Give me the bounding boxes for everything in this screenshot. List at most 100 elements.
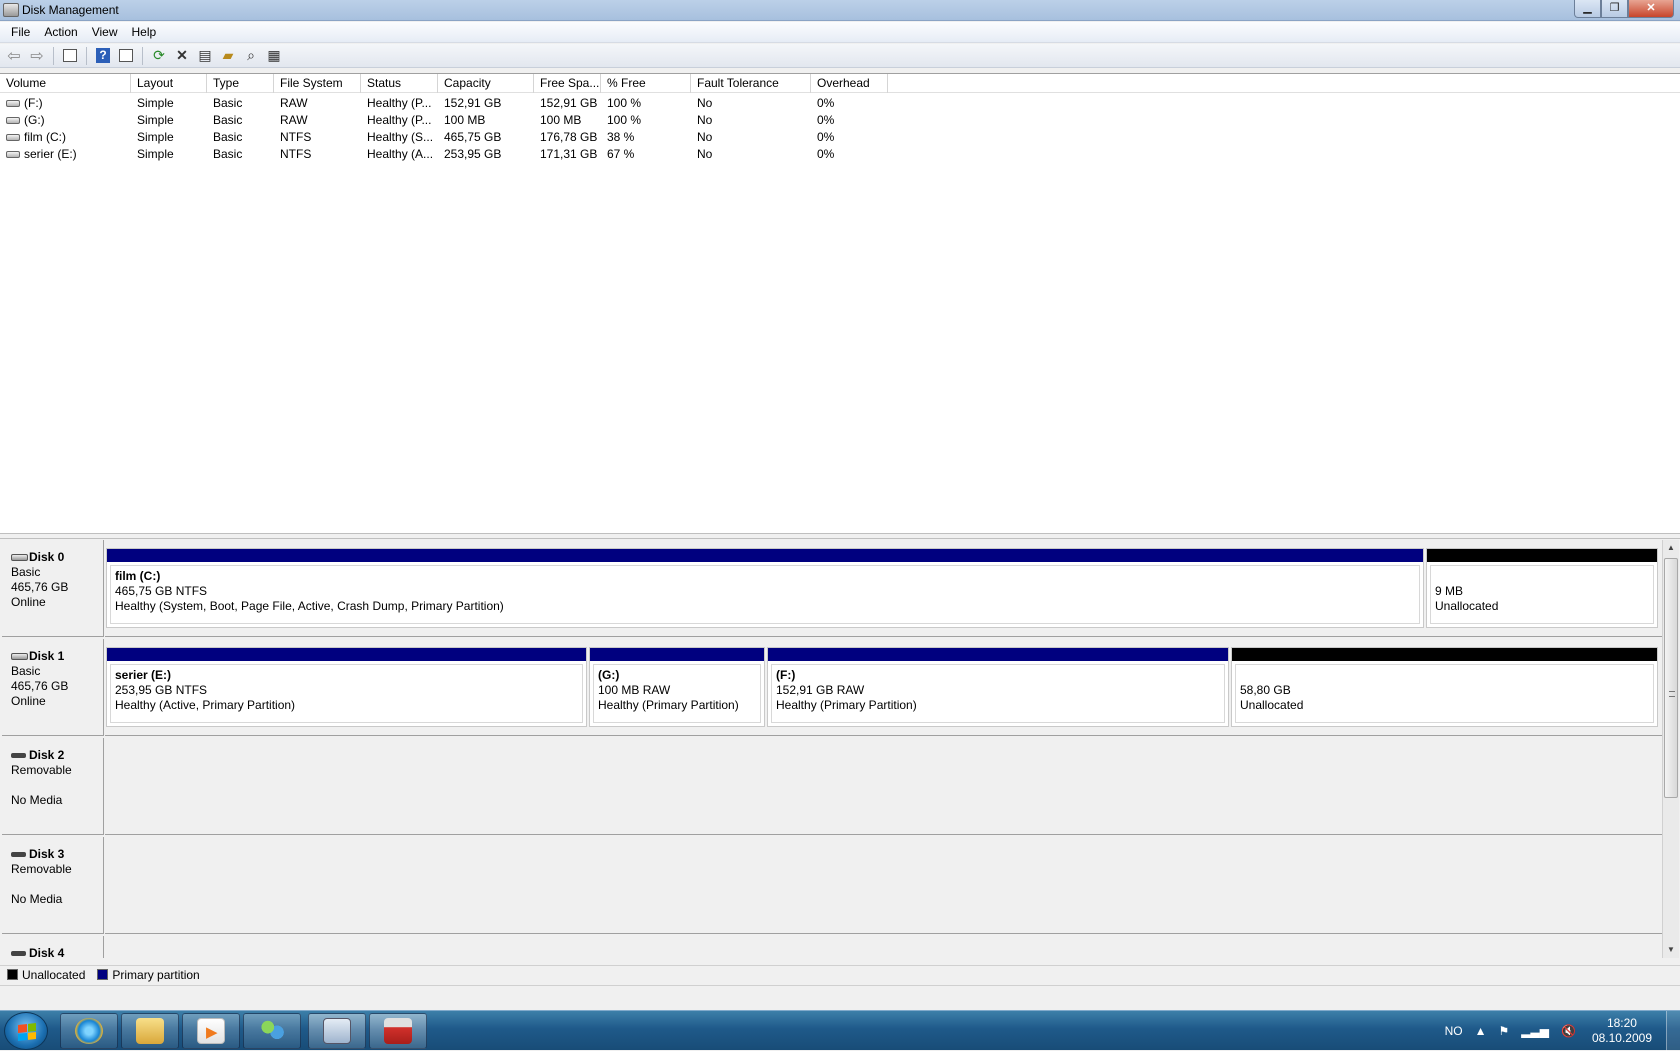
unallocated-bar [1427,549,1657,562]
table-row[interactable]: (F:) Simple Basic RAW Healthy (P... 152,… [0,95,1680,112]
taskbar-media-player[interactable] [182,1013,240,1049]
column-fault-tolerance[interactable]: Fault Tolerance [691,74,811,93]
cell-capacity: 152,91 GB [444,96,502,110]
partition-size: 152,91 GB RAW [776,683,865,697]
cell-volume: (F:) [0,95,131,112]
console-tree-icon[interactable] [60,46,80,66]
cell-layout: Simple [137,113,174,127]
disk-label[interactable]: Disk 3 Removable No Media [2,837,104,934]
partition-f[interactable]: (F:) 152,91 GB RAW Healthy (Primary Part… [767,647,1229,727]
cell-overhead: 0% [817,147,835,161]
rescan-icon[interactable]: ▦ [264,46,284,66]
disk-state: Online [11,694,46,708]
cell-percent-free: 67 % [607,147,635,161]
start-button[interactable] [4,1012,48,1050]
column-percent-free[interactable]: % Free [601,74,691,93]
scrollbar-thumb[interactable] [1664,558,1678,798]
show-hidden-icons-icon[interactable]: ▲ [1475,1024,1487,1038]
disk-label[interactable]: Disk 0 Basic 465,76 GB Online [2,540,104,637]
disk-size: 465,76 GB [11,679,69,693]
disk-label[interactable]: Disk 4 [2,936,104,958]
column-capacity[interactable]: Capacity [438,74,534,93]
partition-size: 9 MB [1435,584,1464,598]
menu-view[interactable]: View [85,25,125,39]
scroll-down-arrow-icon[interactable]: ▼ [1663,942,1679,958]
cell-capacity: 253,95 GB [444,147,502,161]
column-volume[interactable]: Volume [0,74,131,93]
restore-button[interactable]: ❐ [1601,0,1628,18]
refresh-icon[interactable]: ⟳ [149,46,169,66]
system-tray: NO ▲ ⚑ ▂▃▅ 🔇 18:20 08.10.2009 [1439,1011,1680,1051]
action-center-flag-icon[interactable]: ⚑ [1499,1024,1510,1038]
volume-name: serier (E:) [24,147,77,161]
menu-help[interactable]: Help [125,25,164,39]
column-overhead[interactable]: Overhead [811,74,888,93]
disk-name: Disk 2 [11,748,103,763]
partition-serier-e[interactable]: serier (E:) 253,95 GB NTFS Healthy (Acti… [106,647,587,727]
disk-name-text: Disk 2 [29,748,65,762]
show-desktop-button[interactable] [1666,1011,1680,1051]
column-type[interactable]: Type [207,74,274,93]
volume-name: film (C:) [24,130,66,144]
taskbar-explorer[interactable] [121,1013,179,1049]
table-row[interactable]: film (C:) Simple Basic NTFS Healthy (S..… [0,129,1680,146]
column-file-system[interactable]: File System [274,74,361,93]
table-row[interactable]: (G:) Simple Basic RAW Healthy (P... 100 … [0,112,1680,129]
status-bar [0,985,1680,1010]
column-free-space[interactable]: Free Spa... [534,74,601,93]
properties-icon[interactable]: ▤ [195,46,215,66]
partition-g[interactable]: (G:) 100 MB RAW Healthy (Primary Partiti… [589,647,765,727]
legend-label: Primary partition [112,967,200,982]
menu-file[interactable]: File [4,25,37,39]
column-status[interactable]: Status [361,74,438,93]
disk-label[interactable]: Disk 1 Basic 465,76 GB Online [2,639,104,736]
volume-muted-icon[interactable]: 🔇 [1561,1024,1576,1038]
toolbar-separator [142,46,143,65]
hard-disk-icon [11,554,28,561]
network-signal-icon[interactable]: ▂▃▅ [1521,1024,1549,1038]
partition-unallocated[interactable]: 9 MB Unallocated [1426,548,1658,628]
legend-label: Unallocated [22,967,86,982]
partition-unallocated[interactable]: 58,80 GB Unallocated [1231,647,1658,727]
disk-partition-area [105,936,1662,958]
menu-action[interactable]: Action [37,25,84,39]
drive-icon [6,100,20,108]
taskbar-disk-management[interactable] [369,1013,427,1049]
cell-percent-free: 100 % [607,96,642,110]
cell-free-space: 176,78 GB [540,130,598,144]
back-icon[interactable]: ⇦ [4,46,24,66]
help-icon[interactable]: ? [93,46,113,66]
disk-label[interactable]: Disk 2 Removable No Media [2,738,104,835]
partition-name [1240,668,1653,683]
drive-icon [6,117,20,125]
cell-status: Healthy (A... [367,147,434,161]
partition-details: 58,80 GB Unallocated [1235,664,1654,723]
minimize-button[interactable]: ▁ [1574,0,1601,18]
detail-pane-icon[interactable] [116,46,136,66]
disk-name-text: Disk 1 [29,649,65,663]
taskbar-remote-desktop[interactable] [308,1013,366,1049]
open-icon[interactable]: ▰ [218,46,238,66]
delete-icon[interactable]: ✕ [172,46,192,66]
disk-state: No Media [11,793,63,807]
partition-film-c[interactable]: film (C:) 465,75 GB NTFS Healthy (System… [106,548,1424,628]
clock-time: 18:20 [1606,1016,1637,1030]
table-row[interactable]: serier (E:) Simple Basic NTFS Healthy (A… [0,146,1680,163]
scrollbar-grip [1669,691,1675,697]
disk-row: Disk 4 [0,936,1662,958]
pane-splitter[interactable] [0,533,1680,539]
language-indicator[interactable]: NO [1445,1024,1463,1038]
search-icon[interactable]: ⌕ [241,46,261,66]
close-button[interactable]: ✕ [1628,0,1674,18]
forward-icon[interactable]: ⇨ [27,46,47,66]
title-bar: Disk Management ▁ ❐ ✕ [0,0,1680,21]
taskbar-messenger[interactable] [243,1013,301,1049]
disk-view-scrollbar[interactable]: ▲ ▼ [1662,540,1679,958]
clock[interactable]: 18:20 08.10.2009 [1592,1016,1652,1046]
window-title: Disk Management [22,3,119,17]
unallocated-swatch [7,969,18,980]
taskbar-internet-explorer[interactable] [60,1013,118,1049]
disk-name-text: Disk 0 [29,550,65,564]
column-layout[interactable]: Layout [131,74,207,93]
scroll-up-arrow-icon[interactable]: ▲ [1663,540,1679,556]
